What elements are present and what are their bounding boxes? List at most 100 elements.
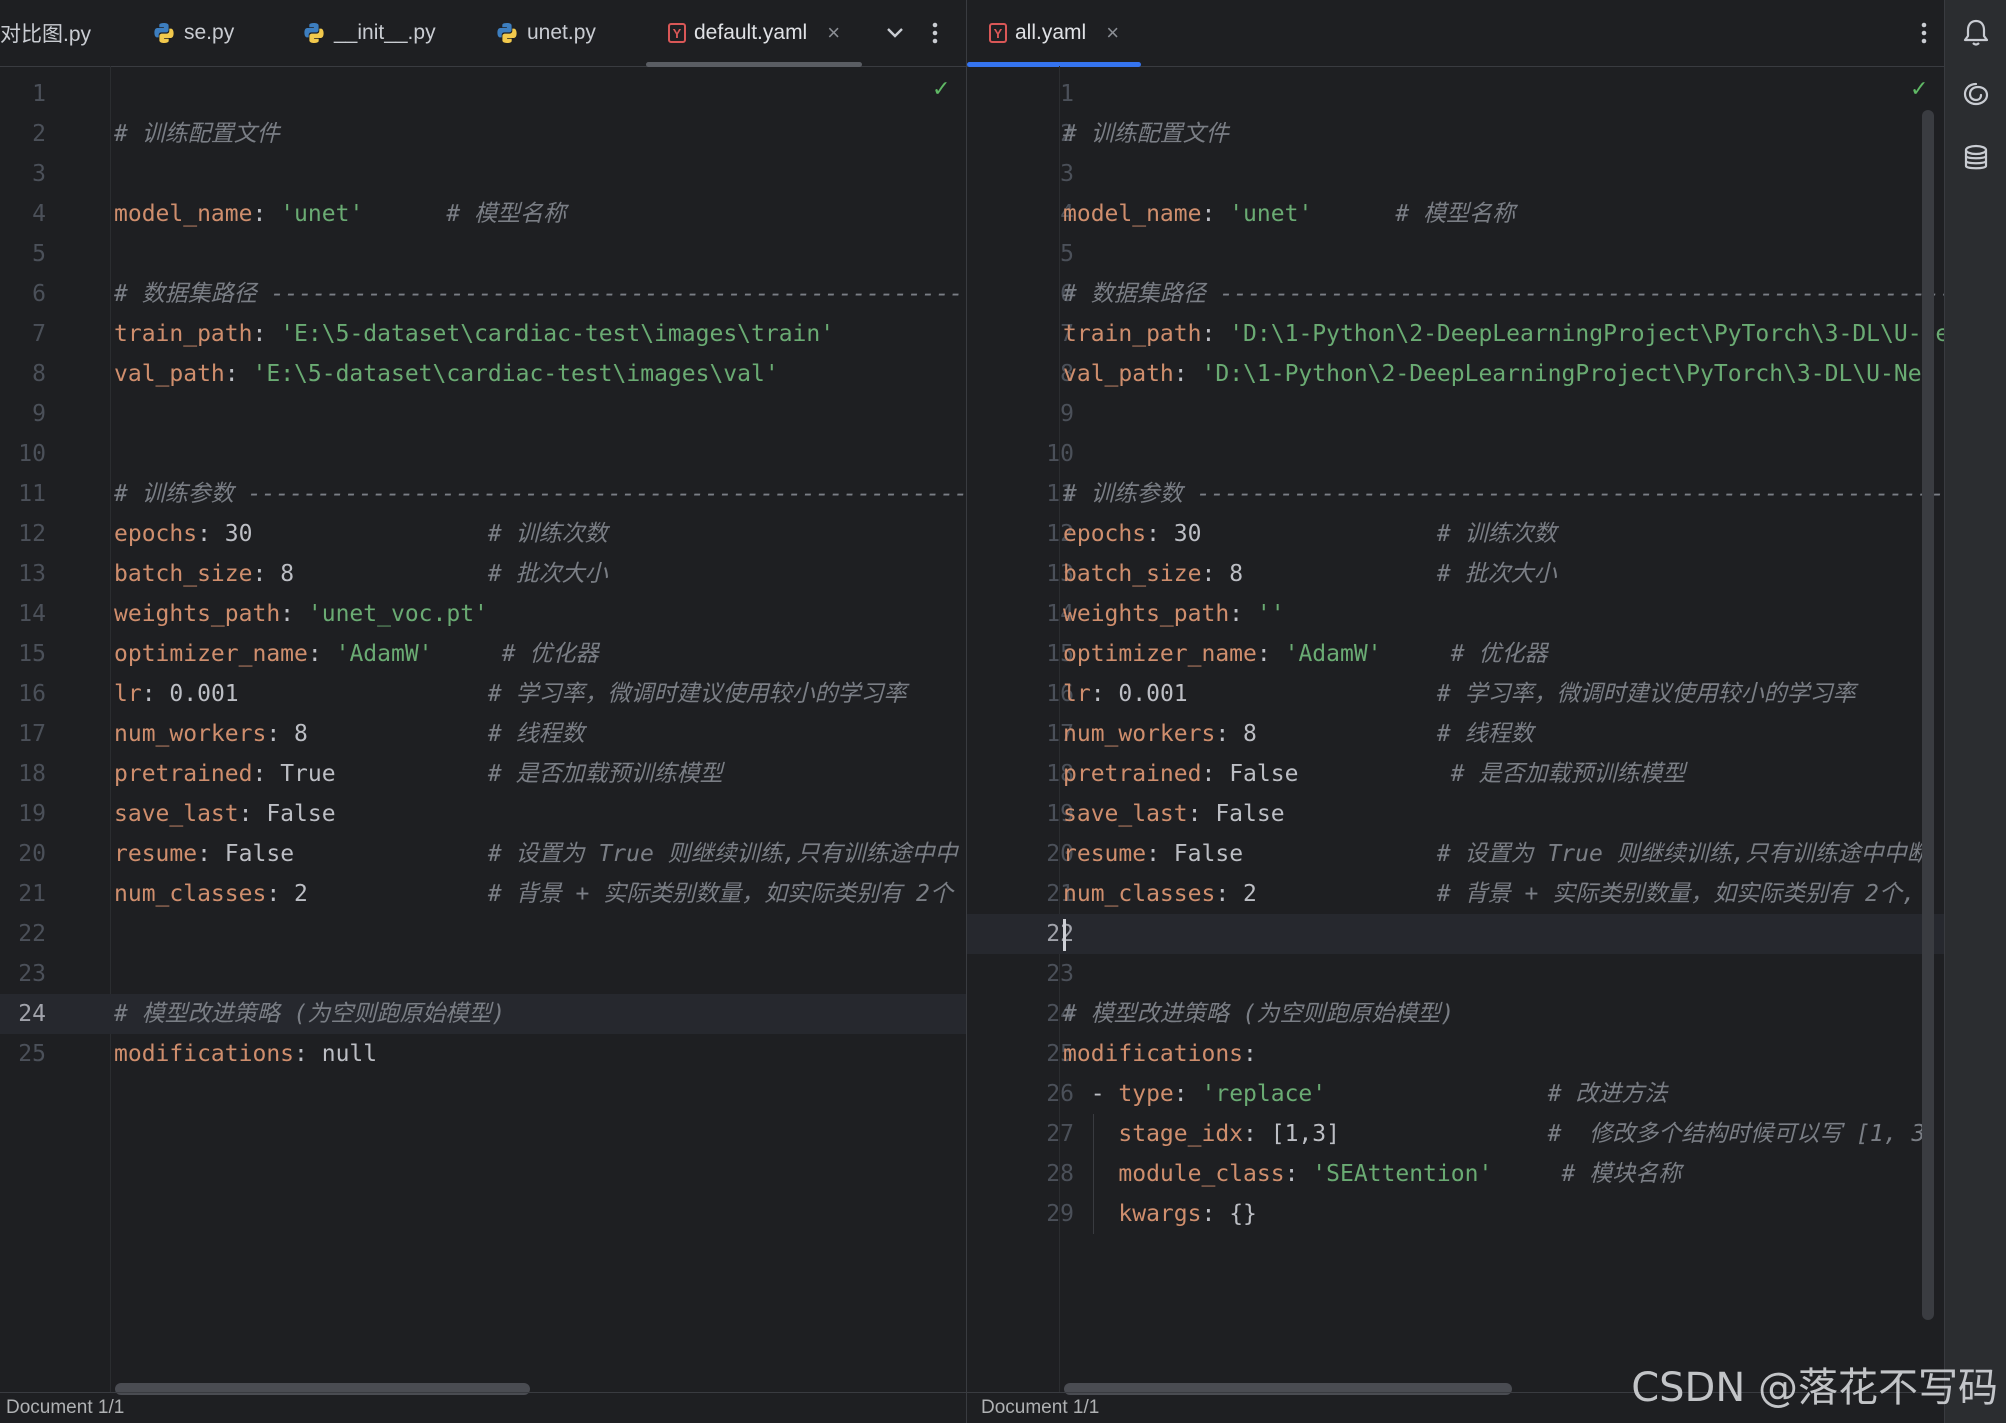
tab-label: 对比图.py	[0, 23, 92, 46]
code-line[interactable]: 11 # 训练参数 -------------------------------…	[967, 474, 1944, 514]
code-line[interactable]: 24 # 模型改进策略 (为空则跑原始模型)	[0, 994, 966, 1034]
code-line[interactable]: 16 lr: 0.001 # 学习率，微调时建议使用较小的学习率	[0, 674, 966, 714]
tab-default-yaml[interactable]: Ydefault.yaml ×	[668, 0, 840, 66]
code-text	[1063, 914, 1066, 954]
left-editor-pane: 对比图.py se.py __init__.py unet.py Ydefault.ya…	[0, 0, 967, 1423]
code-line[interactable]: 7 train_path: 'E:\5-dataset\cardiac-test\…	[0, 314, 966, 354]
code-line[interactable]: 21 num_classes: 2 # 背景 + 实际类别数量，如实际类别有 2个…	[967, 874, 1944, 914]
code-line[interactable]: 11 # 训练参数 -------------------------------…	[0, 474, 966, 514]
code-line[interactable]: 13 batch_size: 8 # 批次大小	[0, 554, 966, 594]
code-text: optimizer_name: 'AdamW' # 优化器	[114, 641, 599, 667]
line-number: 5	[1060, 241, 1074, 267]
code-line[interactable]: 25 modifications: null	[0, 1034, 966, 1074]
code-line[interactable]: 9	[0, 394, 966, 434]
kebab-icon[interactable]	[920, 18, 950, 48]
code-line[interactable]: 1	[0, 74, 966, 114]
code-line[interactable]: 19 save_last: False	[0, 794, 966, 834]
close-tab-icon[interactable]: ×	[827, 20, 840, 46]
bell-icon[interactable]	[1960, 16, 1992, 48]
code-line[interactable]: 8 val_path: 'D:\1-Python\2-DeepLearningPr…	[967, 354, 1944, 394]
check-icon[interactable]: ✓	[1910, 76, 1928, 102]
line-number: 1	[32, 81, 46, 107]
code-line[interactable]: 22	[0, 914, 966, 954]
code-text: model_name: 'unet' # 模型名称	[114, 201, 567, 227]
code-line[interactable]: 5	[967, 234, 1944, 274]
code-line[interactable]: 8 val_path: 'E:\5-dataset\cardiac-test\im…	[0, 354, 966, 394]
line-number: 3	[1060, 161, 1074, 187]
code-line[interactable]: 23	[0, 954, 966, 994]
code-text: - type: 'replace' # 改进方法	[1063, 1081, 1668, 1107]
right-tool-strip	[1944, 0, 2006, 1423]
code-line[interactable]: 6 # 数据集路径 -------------------------------…	[0, 274, 966, 314]
code-line[interactable]: 16 lr: 0.001 # 学习率，微调时建议使用较小的学习率	[967, 674, 1944, 714]
tab-label: se.py	[184, 21, 235, 44]
code-line[interactable]: 1	[967, 74, 1944, 114]
code-line[interactable]: 27 stage_idx: [1,3] # 修改多个结构时候可以写 [1, 3	[967, 1114, 1944, 1154]
code-line[interactable]: 20 resume: False # 设置为 True 则继续训练,只有训练途中中	[0, 834, 966, 874]
swirl-icon[interactable]	[1960, 78, 1992, 110]
code-line[interactable]: 2 # 训练配置文件	[967, 114, 1944, 154]
right-status-text: Document 1/1	[981, 1397, 1100, 1418]
code-line[interactable]: 23	[967, 954, 1944, 994]
code-line[interactable]: 26 - type: 'replace' # 改进方法	[967, 1074, 1944, 1114]
code-line[interactable]: 18 pretrained: False # 是否加载预训练模型	[967, 754, 1944, 794]
tab-se-py[interactable]: se.py	[152, 0, 234, 66]
code-line[interactable]: 18 pretrained: True # 是否加载预训练模型	[0, 754, 966, 794]
code-line[interactable]: 17 num_workers: 8 # 线程数	[967, 714, 1944, 754]
tab-unet-py[interactable]: unet.py	[495, 0, 596, 66]
tab-py[interactable]: 对比图.py	[0, 0, 91, 66]
right-code-editor[interactable]: 1 2 # 训练配置文件 3 4 model_name: 'unet' # 模型名称 5 6 #…	[967, 66, 1944, 1393]
code-line[interactable]: 10	[967, 434, 1944, 474]
code-line[interactable]: 22	[967, 914, 1944, 954]
code-line[interactable]: 12 epochs: 30 # 训练次数	[0, 514, 966, 554]
code-line[interactable]: 3	[0, 154, 966, 194]
code-line[interactable]: 2 # 训练配置文件	[0, 114, 966, 154]
code-line[interactable]: 7 train_path: 'D:\1-Python\2-DeepLearning…	[967, 314, 1944, 354]
code-line[interactable]: 6 # 数据集路径 -------------------------------…	[967, 274, 1944, 314]
code-line[interactable]: 17 num_workers: 8 # 线程数	[0, 714, 966, 754]
code-line[interactable]: 5	[0, 234, 966, 274]
code-line[interactable]: 14 weights_path: ''	[967, 594, 1944, 634]
line-number: 3	[32, 161, 46, 187]
code-line[interactable]: 20 resume: False # 设置为 True 则继续训练,只有训练途中中…	[967, 834, 1944, 874]
code-text: weights_path: 'unet_voc.pt'	[114, 601, 488, 627]
code-text: pretrained: True # 是否加载预训练模型	[114, 761, 723, 787]
code-line[interactable]: 15 optimizer_name: 'AdamW' # 优化器	[0, 634, 966, 674]
code-line[interactable]: 21 num_classes: 2 # 背景 + 实际类别数量，如实际类别有 2个	[0, 874, 966, 914]
code-line[interactable]: 15 optimizer_name: 'AdamW' # 优化器	[967, 634, 1944, 674]
left-code-editor[interactable]: 1 2 # 训练配置文件 3 4 model_name: 'unet' # 模型名称 5 6 #…	[0, 66, 966, 1393]
code-line[interactable]: 14 weights_path: 'unet_voc.pt'	[0, 594, 966, 634]
code-line[interactable]: 4 model_name: 'unet' # 模型名称	[0, 194, 966, 234]
tab-init-py[interactable]: __init__.py	[302, 0, 436, 66]
chevron-down-icon[interactable]	[880, 18, 910, 48]
code-line[interactable]: 28 module_class: 'SEAttention' # 模块名称	[967, 1154, 1944, 1194]
tab-label: __init__.py	[334, 21, 436, 44]
watermark: CSDN @落花不写码	[1631, 1365, 1998, 1411]
code-text: weights_path: ''	[1063, 601, 1285, 627]
code-text: save_last: False	[1063, 801, 1285, 827]
line-number: 23	[1046, 961, 1074, 987]
code-line[interactable]: 4 model_name: 'unet' # 模型名称	[967, 194, 1944, 234]
code-line[interactable]: 25 modifications:	[967, 1034, 1944, 1074]
close-tab-icon[interactable]: ×	[1106, 20, 1119, 46]
code-text: resume: False # 设置为 True 则继续训练,只有训练途中中	[114, 841, 958, 867]
tab-all-yaml[interactable]: Yall.yaml ×	[989, 0, 1119, 66]
code-line[interactable]: 9	[967, 394, 1944, 434]
code-line[interactable]: 10	[0, 434, 966, 474]
code-line[interactable]: 19 save_last: False	[967, 794, 1944, 834]
code-line[interactable]: 29 kwargs: {}	[967, 1194, 1944, 1234]
line-number: 14	[18, 601, 46, 627]
line-number: 17	[18, 721, 46, 747]
right-vertical-scrollbar[interactable]	[1922, 110, 1934, 1320]
code-line[interactable]: 13 batch_size: 8 # 批次大小	[967, 554, 1944, 594]
line-number: 16	[18, 681, 46, 707]
line-number: 19	[18, 801, 46, 827]
database-icon[interactable]	[1960, 142, 1992, 174]
kebab-icon[interactable]	[1909, 18, 1939, 48]
code-line[interactable]: 3	[967, 154, 1944, 194]
line-number: 10	[18, 441, 46, 467]
tab-label: all.yaml	[1015, 21, 1087, 44]
code-line[interactable]: 24 # 模型改进策略 (为空则跑原始模型)	[967, 994, 1944, 1034]
code-line[interactable]: 12 epochs: 30 # 训练次数	[967, 514, 1944, 554]
check-icon[interactable]: ✓	[932, 76, 950, 102]
